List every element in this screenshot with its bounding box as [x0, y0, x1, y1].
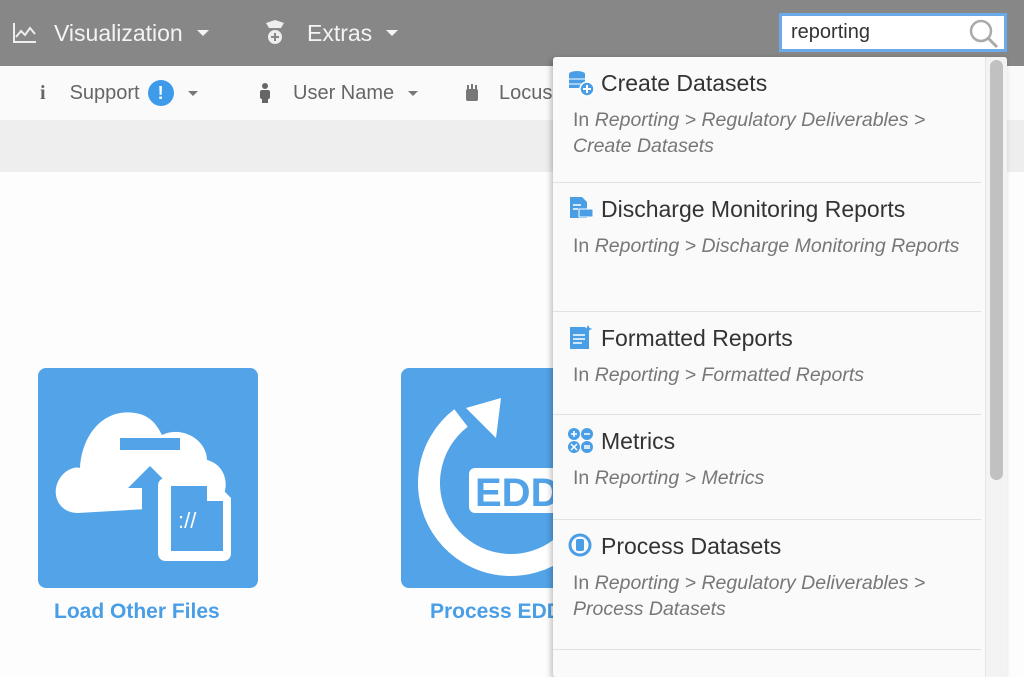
result-prefix: In [573, 109, 590, 131]
nav-label: Locus [499, 81, 553, 104]
result-prefix: In [573, 572, 590, 594]
result-item[interactable]: Discharge Monitoring Reports In Reportin… [553, 183, 981, 312]
result-title: Create Datasets [601, 69, 768, 96]
database-add-icon [569, 71, 595, 97]
result-path: Reporting > Regulatory Deliverables > Cr… [573, 109, 926, 157]
nav-locus[interactable]: Locus [465, 66, 552, 120]
nav-label: User Name [293, 81, 395, 104]
result-path: Reporting > Formatted Reports [594, 364, 865, 386]
alert-badge: ! [147, 80, 174, 106]
nav-visualization[interactable]: Visualization [12, 0, 209, 66]
nav-user[interactable]: User Name [259, 66, 419, 120]
extras-icon [266, 20, 284, 44]
result-title: Formatted Reports [601, 324, 793, 351]
result-item[interactable]: Process Datasets In Reporting > Regulato… [553, 520, 981, 650]
chevron-down-icon [386, 30, 399, 36]
result-prefix: In [573, 235, 590, 257]
result-prefix: In [573, 467, 590, 489]
result-prefix: In [573, 364, 590, 386]
result-item[interactable]: Formatted Reports In Reporting > Formatt… [553, 312, 981, 415]
scrollbar[interactable] [985, 57, 1007, 677]
result-item[interactable]: Create Datasets In Reporting > Regulator… [553, 57, 981, 183]
search-value: reporting [791, 21, 870, 43]
result-path: Reporting > Regulatory Deliverables > Pr… [573, 572, 926, 620]
chevron-down-icon [196, 30, 209, 36]
result-title: Metrics [601, 427, 676, 454]
info-icon: i [40, 81, 46, 104]
chevron-down-icon [187, 90, 198, 96]
search-icon[interactable] [968, 19, 1000, 49]
formatted-report-icon [570, 325, 593, 349]
svg-text:EDD: EDD [475, 471, 559, 515]
result-title: Process Datasets [601, 532, 782, 559]
metrics-icon [568, 428, 593, 453]
result-path: Reporting > Metrics [594, 467, 765, 489]
svg-text:://: :// [178, 508, 197, 533]
cloud-upload-file-icon: :// [55, 412, 231, 561]
nav-support[interactable]: i Support ! [40, 66, 198, 120]
tile-label[interactable]: Process EDD [430, 600, 562, 624]
nav-extras[interactable]: Extras [263, 0, 399, 66]
locus-icon [466, 84, 478, 101]
chevron-down-icon [408, 90, 419, 96]
chart-icon [13, 23, 36, 43]
scrollbar-thumb[interactable] [990, 60, 1003, 480]
nav-label: Support [69, 81, 140, 104]
search-results-dropdown: Create Datasets In Reporting > Regulator… [553, 57, 1007, 677]
discharge-report-icon [570, 197, 594, 218]
nav-label: Visualization [54, 19, 183, 46]
result-path: Reporting > Discharge Monitoring Reports [594, 235, 960, 257]
tile-label[interactable]: Load Other Files [54, 600, 220, 624]
search-input[interactable]: reporting [779, 13, 1007, 52]
user-icon [260, 83, 270, 103]
process-dataset-icon [568, 533, 592, 557]
result-title: Discharge Monitoring Reports [601, 195, 906, 222]
nav-label: Extras [307, 19, 373, 46]
tile-load-other-files[interactable]: :// [38, 368, 258, 588]
result-item[interactable]: Metrics In Reporting > Metrics [553, 415, 981, 520]
